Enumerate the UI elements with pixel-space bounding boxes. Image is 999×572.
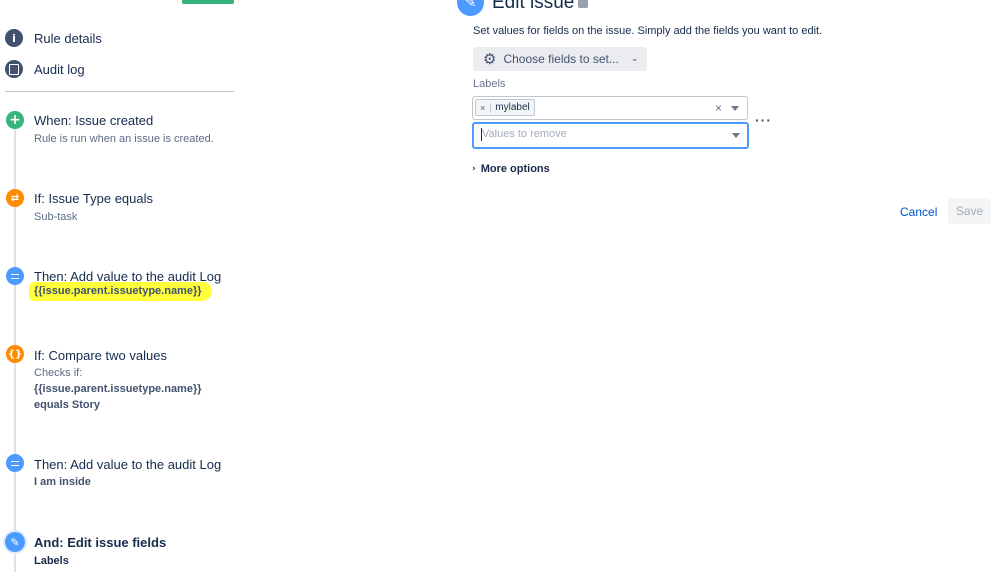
tag-remove-icon[interactable]: ×	[476, 102, 492, 113]
chevron-down-icon: ⌄	[630, 54, 639, 64]
step-subtitle-highlighted: {{issue.parent.issuetype.name}}	[29, 282, 212, 301]
step-subtitle: Sub-task	[34, 211, 78, 223]
condition-text: equals Story	[34, 399, 101, 411]
label-tag: × mylabel	[475, 99, 535, 116]
list-icon	[6, 454, 24, 472]
choose-fields-button[interactable]: ⚙ Choose fields to set... ⌄	[473, 47, 647, 71]
smart-value: {{issue.parent.issuetype.name}}	[34, 285, 202, 297]
more-actions-icon[interactable]: ···	[755, 112, 772, 128]
braces-icon: {}	[6, 345, 24, 363]
step-subtitle: Rule is run when an issue is created.	[34, 133, 214, 145]
gear-icon: ⚙	[483, 50, 497, 68]
top-action-button[interactable]	[182, 0, 234, 4]
clear-icon[interactable]: ×	[715, 101, 722, 115]
pencil-icon: ✎	[457, 0, 484, 16]
log-message: I am inside	[34, 476, 91, 488]
more-options-label: More options	[480, 163, 550, 175]
step-subtitle: I am inside	[34, 476, 91, 488]
trash-icon[interactable]	[578, 0, 588, 8]
step-title[interactable]: If: Compare two values	[34, 348, 167, 363]
tag-text: mylabel	[495, 102, 530, 113]
list-icon	[6, 267, 24, 285]
field-name: Labels	[34, 555, 69, 567]
info-icon: i	[5, 29, 23, 47]
step-subtitle: Labels	[34, 555, 69, 567]
smart-value: {{issue.parent.issuetype.name}}	[34, 383, 202, 395]
nav-rule-details[interactable]: i Rule details	[5, 29, 102, 47]
labels-remove-select[interactable]: Values to remove	[472, 122, 749, 149]
step-title[interactable]: If: Issue Type equals	[34, 191, 153, 206]
dropdown-caret-icon[interactable]	[732, 133, 740, 138]
save-button[interactable]: Save	[948, 198, 991, 224]
document-icon	[5, 60, 23, 78]
plus-icon: +	[6, 111, 24, 129]
step-subtitle-value: {{issue.parent.issuetype.name}}	[34, 383, 202, 395]
labels-field-label: Labels	[473, 78, 506, 90]
cancel-button[interactable]: Cancel	[900, 205, 937, 219]
panel-title: Edit issue	[492, 0, 575, 13]
pencil-icon: ✎	[5, 532, 25, 552]
step-subtitle: Checks if:	[34, 367, 83, 379]
choose-fields-label: Choose fields to set...	[503, 52, 619, 66]
nav-audit-log[interactable]: Audit log	[5, 60, 85, 78]
step-title[interactable]: And: Edit issue fields	[34, 535, 166, 550]
nav-audit-log-label: Audit log	[34, 61, 85, 77]
shuffle-icon: ⇄	[6, 189, 24, 207]
panel-description: Set values for fields on the issue. Simp…	[473, 25, 823, 37]
labels-remove-placeholder: Values to remove	[482, 128, 567, 140]
divider	[5, 91, 234, 92]
more-options-toggle[interactable]: › More options	[472, 163, 550, 175]
step-title[interactable]: When: Issue created	[34, 113, 153, 128]
chevron-right-icon: ›	[472, 164, 476, 174]
step-title[interactable]: Then: Add value to the audit Log	[34, 457, 221, 472]
dropdown-caret-icon[interactable]	[731, 106, 739, 111]
step-subtitle-condition: equals Story	[34, 399, 100, 411]
text-cursor	[481, 128, 482, 141]
nav-rule-details-label: Rule details	[34, 30, 102, 46]
